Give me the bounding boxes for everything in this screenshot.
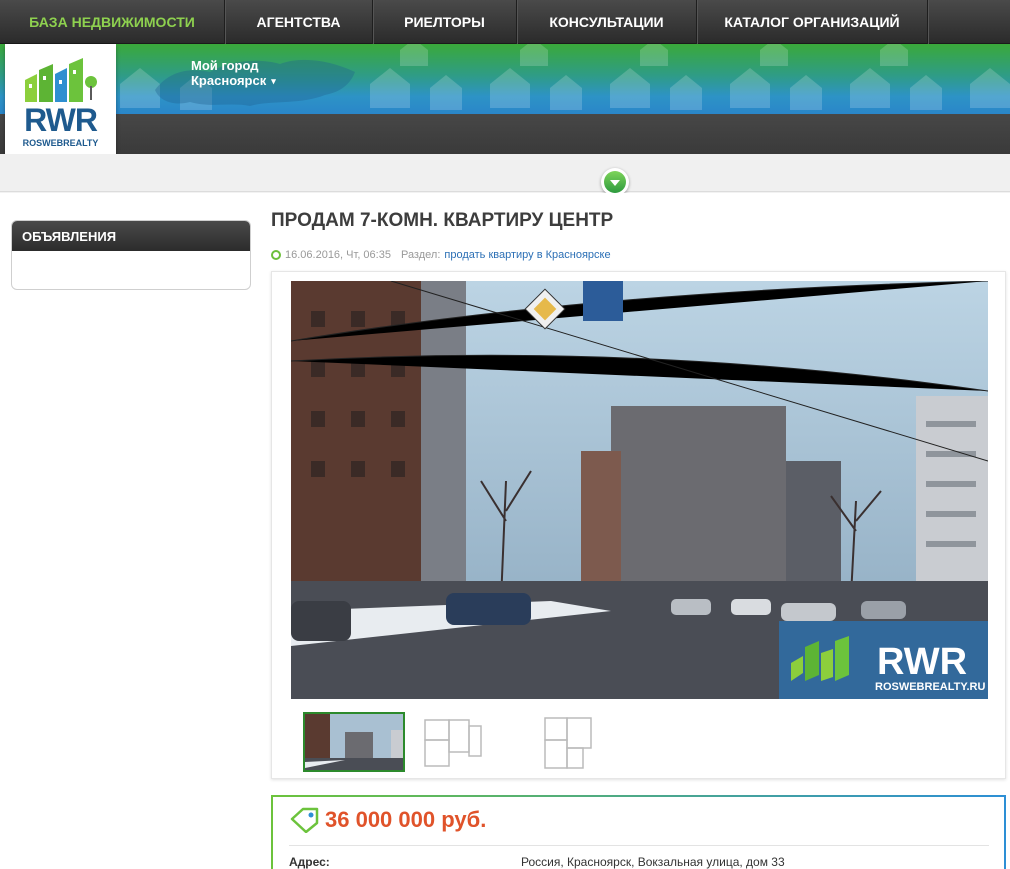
city-selector: Мой город Красноярск ▾ bbox=[191, 58, 276, 89]
listing-title: ПРОДАМ 7-КОМН. КВАРТИРУ ЦЕНТР bbox=[271, 210, 614, 231]
expand-toggle-button[interactable] bbox=[601, 168, 629, 196]
site-logo[interactable]: RWR ROSWEBREALTY bbox=[5, 44, 116, 177]
nav-item-real-estate-base[interactable]: БАЗА НЕДВИЖИМОСТИ bbox=[0, 0, 225, 44]
listing-meta: 16.06.2016, Чт, 06:35 Раздел: продать кв… bbox=[271, 249, 611, 261]
watermark-logo: RWR bbox=[877, 641, 967, 683]
photo-gallery: RWR ROSWEBREALTY.RU bbox=[271, 271, 1006, 779]
logo-subtext: ROSWEBREALTY bbox=[22, 138, 99, 148]
nav-item-organizations-catalog[interactable]: КАТАЛОГ ОРГАНИЗАЦИЙ bbox=[697, 0, 928, 44]
watermark-site: ROSWEBREALTY.RU bbox=[875, 681, 985, 693]
logo-text: RWR bbox=[24, 102, 98, 138]
sidebar-panel-title: ОБЪЯВЛЕНИЯ bbox=[12, 221, 250, 251]
address-label: Адрес: bbox=[289, 855, 330, 869]
city-dropdown[interactable]: Красноярск ▾ bbox=[191, 73, 276, 89]
street-photo-image: RWR ROSWEBREALTY.RU bbox=[291, 281, 988, 699]
sidebar-ads-panel: ОБЪЯВЛЕНИЯ bbox=[11, 220, 251, 290]
city-label: Мой город bbox=[191, 58, 259, 73]
top-navigation: БАЗА НЕДВИЖИМОСТИ АГЕНТСТВА РИЕЛТОРЫ КОН… bbox=[0, 0, 1010, 44]
buildings-logo-icon bbox=[25, 58, 97, 102]
thumbnail-floorplan-2[interactable] bbox=[527, 712, 629, 772]
main-photo[interactable]: RWR ROSWEBREALTY.RU bbox=[291, 281, 988, 699]
header-bottom-strip bbox=[0, 154, 1010, 192]
price-divider bbox=[289, 845, 989, 846]
section-label: Раздел: bbox=[400, 249, 441, 261]
nav-item-agencies[interactable]: АГЕНТСТВА bbox=[225, 0, 373, 44]
header-dark-band bbox=[0, 114, 1010, 154]
thumbnail-photo[interactable] bbox=[303, 712, 405, 772]
chevron-down-icon bbox=[604, 171, 626, 193]
price-box: 36 000 000 руб. Адрес: Россия, Красноярс… bbox=[271, 795, 1006, 869]
clock-icon bbox=[271, 250, 281, 260]
nav-item-consultations[interactable]: КОНСУЛЬТАЦИИ bbox=[517, 0, 697, 44]
chevron-down-icon: ▾ bbox=[271, 76, 276, 86]
thumbnail-strip bbox=[303, 712, 629, 772]
address-value: Россия, Красноярск, Вокзальная улица, до… bbox=[521, 855, 785, 869]
listing-date: 16.06.2016, Чт, 06:35 bbox=[285, 249, 391, 261]
city-name: Красноярск bbox=[191, 73, 267, 88]
price-tag-icon bbox=[290, 807, 319, 833]
listing-price: 36 000 000 руб. bbox=[325, 807, 487, 832]
section-link[interactable]: продать квартиру в Красноярске bbox=[444, 249, 610, 261]
nav-item-realtors[interactable]: РИЕЛТОРЫ bbox=[373, 0, 517, 44]
header-banner bbox=[0, 44, 1010, 114]
thumbnail-floorplan-1[interactable] bbox=[415, 712, 517, 772]
